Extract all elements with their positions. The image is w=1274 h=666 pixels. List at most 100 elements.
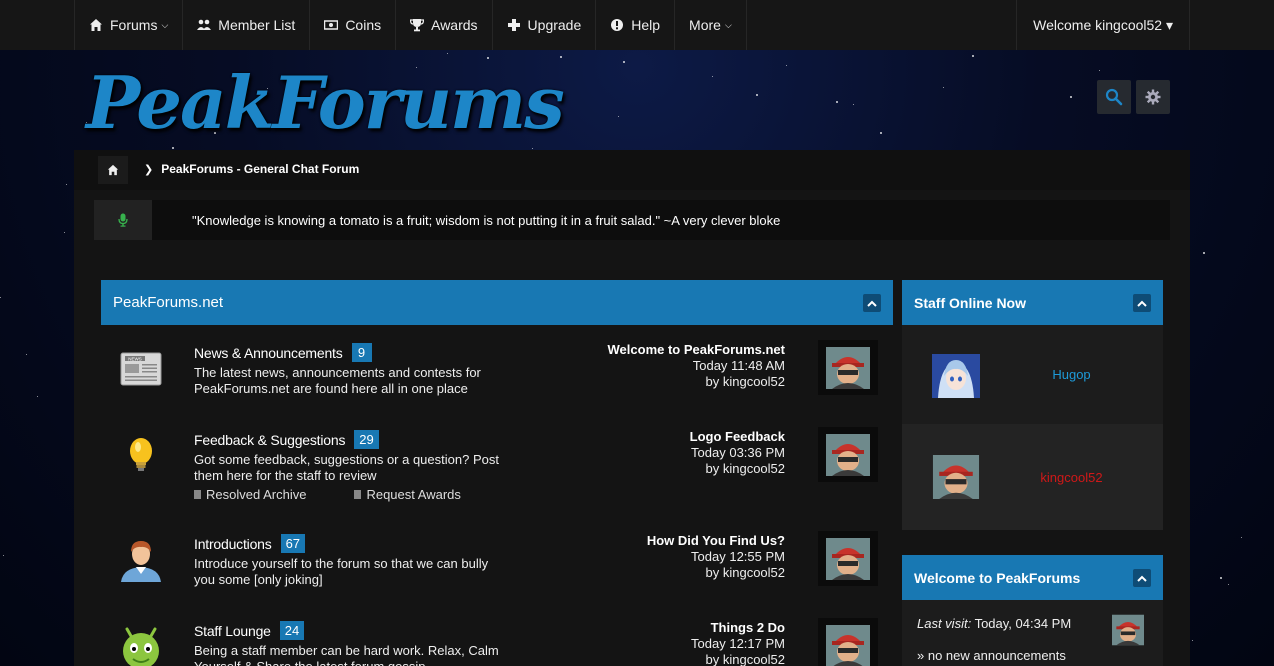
subforum-link[interactable]: Request Awards	[354, 487, 461, 502]
welcome-block: Welcome to PeakForums Last visit: Today,…	[902, 555, 1163, 666]
staff-online-header[interactable]: Staff Online Now	[902, 280, 1163, 325]
forum-title-feedback[interactable]: Feedback & Suggestions	[194, 432, 345, 448]
nav-help[interactable]: Help	[595, 0, 674, 50]
last-post: How Did You Find Us? Today 12:55 PM by k…	[647, 533, 785, 581]
staff-online-title: Staff Online Now	[914, 294, 1026, 311]
star-dot	[1192, 640, 1193, 641]
breadcrumb-home[interactable]	[98, 156, 128, 184]
last-post-author[interactable]: by kingcool52	[691, 652, 786, 666]
forum-title-staff-lounge[interactable]: Staff Lounge	[194, 623, 271, 639]
settings-button[interactable]	[1136, 80, 1170, 114]
star-dot	[943, 87, 944, 88]
chevron-right-icon: ❯	[144, 164, 154, 176]
forum-title-news[interactable]: News & Announcements	[194, 345, 343, 361]
staff-online-block: Staff Online Now Hugop kingcool52	[902, 280, 1163, 530]
nav-more[interactable]: More ⌵	[674, 0, 747, 50]
nav-awards[interactable]: Awards	[395, 0, 491, 50]
search-icon	[1105, 88, 1123, 106]
star-dot	[447, 53, 448, 54]
gear-icon	[1145, 89, 1161, 105]
notice-text: "Knowledge is knowing a tomato is a frui…	[192, 213, 781, 228]
star-dot	[1203, 252, 1205, 254]
thread-count-badge: 29	[354, 430, 379, 449]
chevron-down-icon: ⌵	[724, 19, 732, 30]
last-post: Things 2 Do Today 12:17 PM by kingcool52	[691, 620, 785, 666]
category-title: PeakForums.net	[113, 294, 224, 311]
last-visit-label: Last visit:	[917, 616, 972, 631]
notice-bar: "Knowledge is knowing a tomato is a frui…	[94, 200, 1170, 240]
star-dot	[487, 57, 489, 59]
avatar-image	[826, 537, 870, 580]
thread-count-badge: 9	[351, 343, 372, 362]
svg-text:NEWS: NEWS	[128, 356, 142, 361]
star-dot	[0, 297, 1, 298]
staff-username[interactable]: Hugop	[962, 367, 1181, 382]
staff-username[interactable]: kingcool52	[962, 470, 1181, 485]
subforum-link[interactable]: Resolved Archive	[194, 487, 306, 502]
nav-forums[interactable]: Forums ⌵	[74, 0, 182, 50]
star-dot	[3, 555, 4, 556]
nav-upgrade[interactable]: Upgrade	[491, 0, 596, 50]
home-icon	[90, 19, 102, 31]
forum-category: PeakForums.net NEWS News & Announcements…	[101, 280, 893, 666]
microphone-icon	[118, 213, 128, 227]
nav-more-label: More	[689, 17, 721, 33]
star-dot	[1241, 537, 1242, 538]
collapse-button[interactable]	[1133, 569, 1151, 587]
chevron-up-icon	[1137, 300, 1147, 307]
users-icon	[197, 19, 212, 30]
last-post-time: Today 12:55 PM	[691, 549, 785, 564]
subforum-label: Resolved Archive	[206, 487, 307, 502]
forum-row-introductions: Introductions 67 Introduce yourself to t…	[101, 516, 893, 603]
last-post-title[interactable]: Welcome to PeakForums.net	[608, 342, 785, 358]
breadcrumb-current[interactable]: ❯ PeakForums - General Chat Forum	[144, 162, 359, 176]
last-post-author[interactable]: by kingcool52	[647, 565, 786, 581]
breadcrumb: ❯ PeakForums - General Chat Forum	[74, 150, 1190, 190]
star-dot	[37, 396, 38, 397]
nav-member-list[interactable]: Member List	[182, 0, 309, 50]
last-post-author[interactable]: by kingcool52	[608, 374, 786, 390]
last-post-title[interactable]: Logo Feedback	[690, 429, 785, 445]
chevron-up-icon	[867, 300, 877, 307]
last-post-time: Today 12:17 PM	[691, 636, 785, 651]
nav-upgrade-label: Upgrade	[527, 17, 582, 33]
welcome-header[interactable]: Welcome to PeakForums	[902, 555, 1163, 600]
thread-count-badge: 67	[280, 534, 306, 553]
document-icon	[354, 490, 362, 499]
subforum-label: Request Awards	[366, 487, 461, 502]
person-icon	[121, 541, 161, 582]
nav-coins[interactable]: Coins	[309, 0, 395, 50]
search-button[interactable]	[1097, 80, 1131, 114]
nav-awards-label: Awards	[431, 17, 478, 33]
collapse-button[interactable]	[1133, 294, 1151, 312]
last-post-title[interactable]: How Did You Find Us?	[647, 533, 785, 549]
site-logo[interactable]: PeakForums	[86, 60, 565, 145]
star-dot	[786, 65, 787, 66]
avatar-image	[826, 346, 870, 389]
star-dot	[1220, 577, 1222, 579]
last-post-time: Today 03:36 PM	[691, 445, 785, 460]
star-dot	[853, 104, 854, 105]
forum-description: Got some feedback, suggestions or a ques…	[194, 452, 499, 483]
user-welcome-dropdown[interactable]: Welcome kingcool52 ▾	[1016, 0, 1190, 50]
announcements-link[interactable]: » no new announcements	[917, 648, 1066, 663]
lightbulb-icon	[130, 438, 152, 471]
forum-title-introductions[interactable]: Introductions	[194, 536, 272, 552]
category-header[interactable]: PeakForums.net	[101, 280, 893, 325]
last-post-author[interactable]: by kingcool52	[690, 461, 786, 477]
star-dot	[560, 56, 562, 58]
main-container: ❯ PeakForums - General Chat Forum "Knowle…	[74, 150, 1190, 666]
chevron-down-icon: ⌵	[161, 19, 169, 30]
android-icon	[123, 627, 159, 666]
avatar[interactable]	[818, 531, 878, 586]
last-post-title[interactable]: Things 2 Do	[691, 620, 785, 636]
last-post: Logo Feedback Today 03:36 PM by kingcool…	[690, 429, 785, 477]
avatar[interactable]	[1112, 614, 1144, 646]
collapse-button[interactable]	[863, 294, 881, 312]
avatar[interactable]	[818, 340, 878, 395]
star-dot	[26, 354, 27, 355]
forum-description: The latest news, announcements and conte…	[194, 365, 481, 396]
avatar[interactable]	[818, 427, 878, 482]
staff-member: Hugop	[902, 325, 1163, 424]
avatar[interactable]	[818, 618, 878, 666]
